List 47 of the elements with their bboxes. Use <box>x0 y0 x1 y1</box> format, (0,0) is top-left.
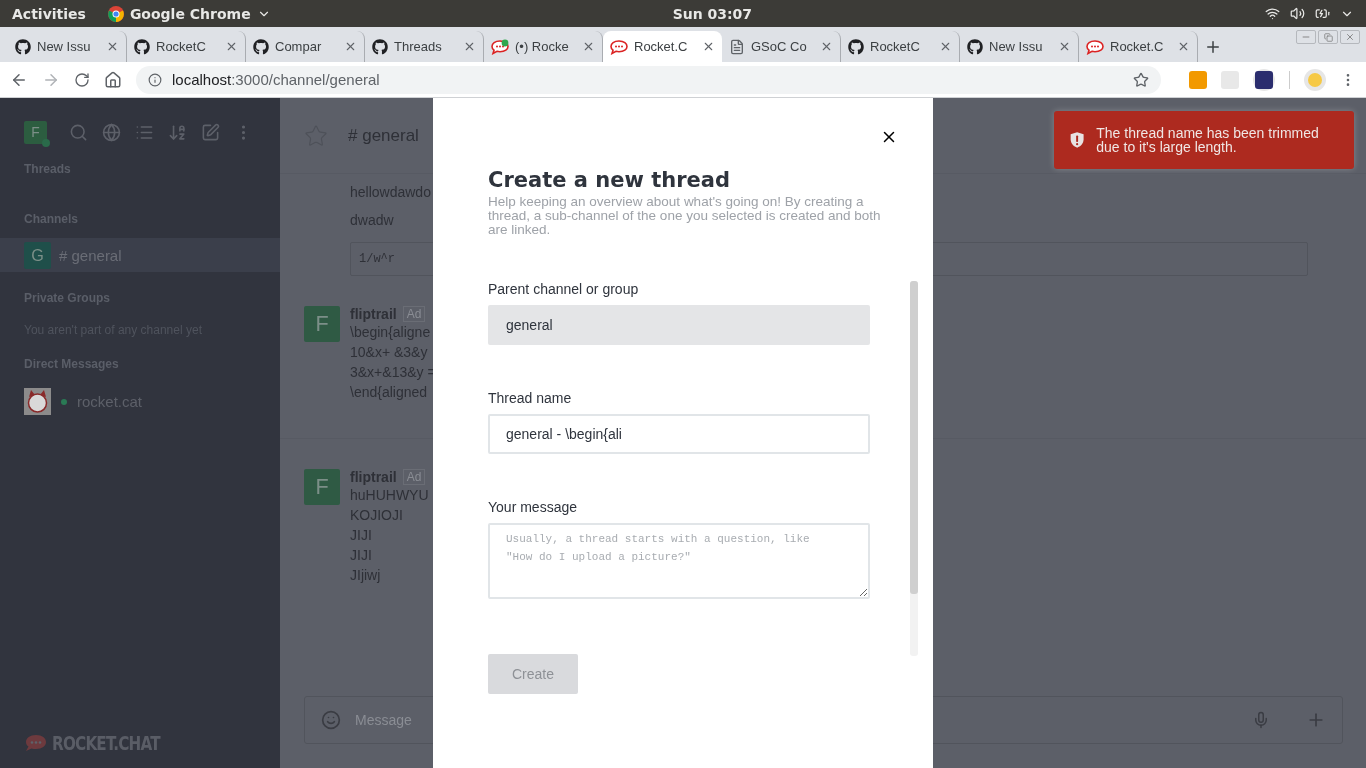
close-icon[interactable] <box>582 40 595 53</box>
close-icon[interactable] <box>463 40 476 53</box>
battery-icon[interactable] <box>1315 6 1330 21</box>
field-label: Your message <box>488 499 578 515</box>
cat-avatar-icon <box>24 388 51 415</box>
parent-channel-field[interactable]: general <box>488 305 870 345</box>
close-icon[interactable] <box>1058 40 1071 53</box>
close-icon[interactable] <box>106 40 119 53</box>
wifi-icon[interactable] <box>1265 6 1280 21</box>
close-icon[interactable] <box>225 40 238 53</box>
close-icon[interactable] <box>939 40 952 53</box>
dialog-title: Create a new thread <box>488 168 731 192</box>
github-icon <box>372 38 388 55</box>
close-icon[interactable] <box>1345 32 1355 42</box>
github-icon <box>967 38 983 55</box>
thread-name-field[interactable]: general - \begin{ali <box>488 414 870 454</box>
activities-button[interactable]: Activities <box>12 5 86 22</box>
address-bar[interactable]: localhost:3000/channel/general <box>136 65 1161 94</box>
message-field[interactable]: Usually, a thread starts with a question, like "How do I upload a picture?" <box>488 523 870 599</box>
github-icon <box>15 38 31 55</box>
user-avatar: F <box>304 469 340 505</box>
github-icon <box>134 38 150 55</box>
home-icon[interactable] <box>104 70 122 89</box>
close-icon[interactable] <box>820 40 833 53</box>
document-icon <box>729 38 745 55</box>
dialog-description: Help keeping an overview about what's going on! By creating a thread, a sub-channel of the one you selected is created and both are linked. <box>488 195 882 237</box>
rocket-chat-logo-icon <box>24 733 48 753</box>
field-label: Thread name <box>488 390 573 406</box>
rocket-chat-icon <box>610 38 628 55</box>
toast-message: The thread name has been trimmed due to it's large length. <box>1096 126 1320 154</box>
field-label: Parent channel or group <box>488 281 640 297</box>
chrome-icon <box>107 5 124 22</box>
user-avatar: F <box>304 306 340 342</box>
github-icon <box>253 38 269 55</box>
close-icon[interactable] <box>344 40 357 53</box>
rocket-chat-icon <box>1086 38 1104 55</box>
scrollbar[interactable] <box>910 281 918 656</box>
clock[interactable]: Sun 03:07 <box>672 5 753 22</box>
reload-icon[interactable] <box>74 71 90 88</box>
rocket-chat-icon <box>491 38 509 55</box>
close-icon[interactable] <box>1177 40 1190 53</box>
extension-icon[interactable] <box>1253 68 1275 91</box>
app-menu[interactable]: Google Chrome <box>129 5 251 22</box>
browser-tab[interactable]: Rocket.C <box>603 31 722 62</box>
close-icon[interactable] <box>702 40 715 53</box>
volume-icon[interactable] <box>1290 6 1305 21</box>
github-icon <box>848 38 864 55</box>
